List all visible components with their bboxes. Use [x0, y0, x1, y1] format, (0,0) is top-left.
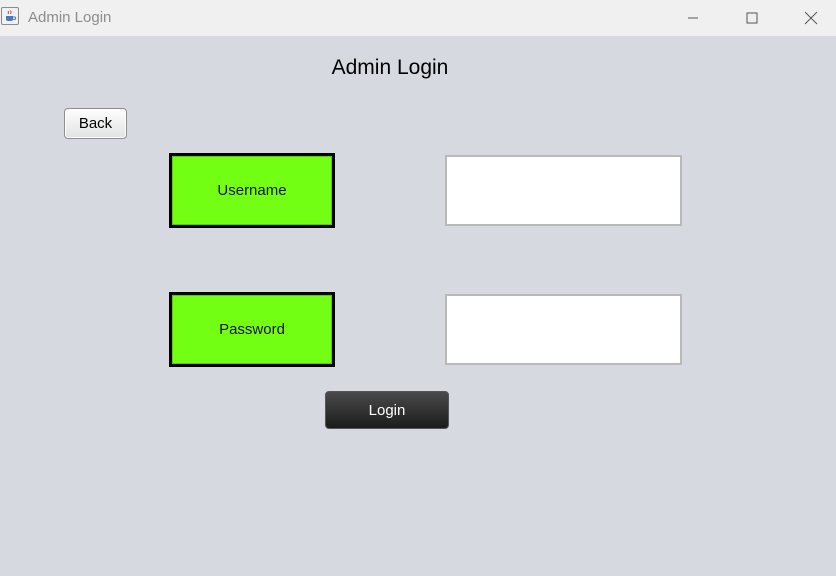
login-button[interactable]: Login	[325, 391, 449, 429]
close-button[interactable]	[782, 0, 836, 36]
maximize-icon	[746, 12, 758, 24]
java-coffee-cup-icon	[1, 7, 19, 25]
title-bar[interactable]: Admin Login	[0, 0, 836, 36]
maximize-button[interactable]	[723, 0, 781, 36]
page-title: Admin Login	[331, 56, 449, 79]
minimize-icon	[688, 17, 698, 19]
admin-login-window: Admin Login Admin Login Back Username Pa…	[0, 0, 836, 576]
username-input[interactable]	[445, 155, 682, 226]
window-title: Admin Login	[28, 9, 112, 26]
close-icon	[804, 11, 818, 25]
back-button[interactable]: Back	[64, 108, 127, 139]
minimize-button[interactable]	[664, 0, 722, 36]
password-label: Password	[169, 292, 335, 367]
username-label: Username	[169, 153, 335, 228]
password-input[interactable]	[445, 294, 682, 365]
